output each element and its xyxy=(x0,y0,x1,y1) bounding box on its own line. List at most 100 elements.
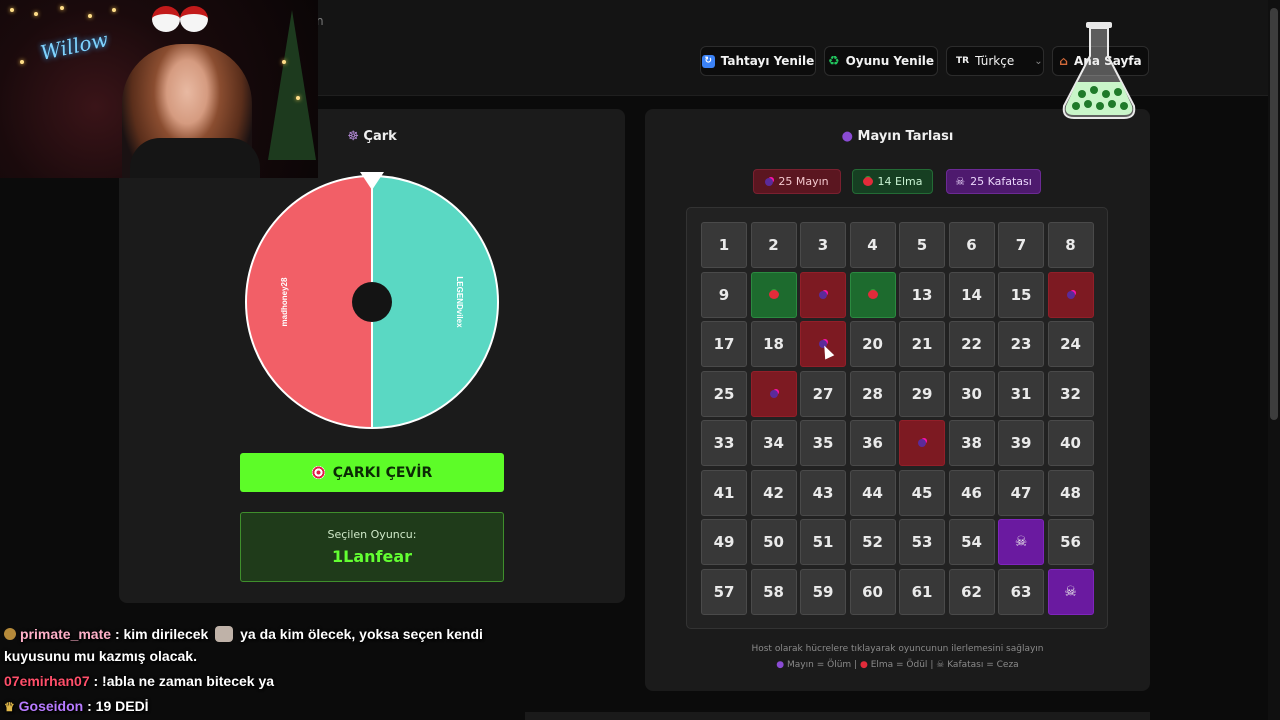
reset-game-button[interactable]: ♻ Oyunu Yenile xyxy=(824,46,938,76)
minefield-board: 1 2 3 4 5 6 7 8 9 13 14 15 17 18 20 21 22 23 24 25 27 28 29 30 3… xyxy=(686,207,1108,629)
minefield-cell[interactable]: 30 xyxy=(948,370,995,417)
minefield-cell-skull[interactable]: ☠ xyxy=(1047,568,1094,615)
minefield-cell[interactable]: 54 xyxy=(948,519,995,565)
legend-separator: | xyxy=(854,660,858,670)
santa-headband-left xyxy=(152,6,180,32)
minefield-cell[interactable]: 52 xyxy=(849,519,896,565)
minefield-cell[interactable]: 23 xyxy=(998,321,1044,367)
minefield-cell[interactable]: 35 xyxy=(800,420,846,466)
minefield-cell[interactable]: 14 xyxy=(948,271,995,318)
minefield-cell[interactable]: 32 xyxy=(1047,370,1094,417)
minefield-cell[interactable]: 3 xyxy=(800,222,846,268)
flask-overlay-icon xyxy=(1062,22,1136,119)
chat-user: primate_mate xyxy=(20,626,112,642)
minefield-cell[interactable]: 13 xyxy=(899,271,945,318)
spin-wheel-label: ÇARKI ÇEVİR xyxy=(332,464,433,481)
refresh-board-button[interactable]: ↻ Tahtayı Yenile xyxy=(700,46,816,76)
wheel-hub xyxy=(352,282,392,322)
minefield-cell-mine[interactable] xyxy=(800,321,846,367)
minefield-cell[interactable]: 18 xyxy=(750,321,797,367)
apple-icon xyxy=(768,290,779,299)
minefield-cell[interactable]: 56 xyxy=(1047,519,1094,565)
recycle-icon: ♻ xyxy=(827,53,840,69)
minefield-cell[interactable]: 5 xyxy=(899,222,945,268)
spin-wheel-button[interactable]: ÇARKI ÇEVİR xyxy=(240,453,504,492)
minefield-cell[interactable]: 4 xyxy=(849,222,896,268)
mines-count-badge: 25 Mayın xyxy=(753,169,841,194)
minefield-cell[interactable]: 21 xyxy=(899,321,945,367)
minefield-cell[interactable]: 1 xyxy=(701,222,747,268)
chat-badge-icon xyxy=(4,628,16,640)
chat-overlay: primate_mate : kim dirilecek ya da kim ö… xyxy=(4,623,524,718)
minefield-grid: 1 2 3 4 5 6 7 8 9 13 14 15 17 18 20 21 22 23 24 25 27 28 29 30 3… xyxy=(701,222,1094,615)
minefield-cell[interactable]: 2 xyxy=(750,222,797,268)
legend-apple: Elma = Ödül xyxy=(870,660,928,670)
bomb-icon: ● xyxy=(776,660,785,670)
minefield-cell[interactable]: 48 xyxy=(1047,469,1094,516)
minefield-cell[interactable]: 59 xyxy=(800,568,846,615)
language-flag: TR xyxy=(956,56,970,66)
minefield-cell[interactable]: 42 xyxy=(750,469,797,516)
minefield-cell[interactable]: 38 xyxy=(948,420,995,466)
minefield-cell-skull[interactable]: ☠ xyxy=(998,519,1044,565)
minefield-cell[interactable]: 39 xyxy=(998,420,1044,466)
skulls-count-text: 25 Kafatası xyxy=(970,175,1032,188)
minefield-cell[interactable]: 22 xyxy=(948,321,995,367)
minefield-cell[interactable]: 40 xyxy=(1047,420,1094,466)
bottom-panel-edge xyxy=(525,712,1150,720)
minefield-cell[interactable]: 46 xyxy=(948,469,995,516)
minefield-cell[interactable]: 62 xyxy=(948,568,995,615)
minefield-cell-apple[interactable] xyxy=(849,271,896,318)
minefield-cell-mine[interactable] xyxy=(750,370,797,417)
minefield-cell[interactable]: 61 xyxy=(899,568,945,615)
minefield-cell[interactable]: 36 xyxy=(849,420,896,466)
minefield-cell[interactable]: 9 xyxy=(701,271,747,318)
webcam-overlay: Willow xyxy=(0,0,318,178)
minefield-cell[interactable]: 29 xyxy=(899,370,945,417)
language-select[interactable]: TR Türkçe ⌄ xyxy=(946,46,1044,76)
minefield-cell[interactable]: 60 xyxy=(849,568,896,615)
minefield-cell[interactable]: 43 xyxy=(800,469,846,516)
minefield-cell[interactable]: 7 xyxy=(998,222,1044,268)
minefield-cell[interactable]: 51 xyxy=(800,519,846,565)
apple-icon: ● xyxy=(859,660,868,670)
skull-icon: ☠ xyxy=(1014,534,1028,550)
minefield-cell-apple[interactable] xyxy=(750,271,797,318)
minefield-cell[interactable]: 45 xyxy=(899,469,945,516)
wheel-icon: ☸ xyxy=(347,129,359,144)
minefield-cell[interactable]: 20 xyxy=(849,321,896,367)
minefield-cell[interactable]: 63 xyxy=(998,568,1044,615)
minefield-cell[interactable]: 53 xyxy=(899,519,945,565)
scrollbar-thumb[interactable] xyxy=(1270,8,1278,420)
minefield-cell[interactable]: 49 xyxy=(701,519,747,565)
minefield-cell[interactable]: 31 xyxy=(998,370,1044,417)
minefield-cell[interactable]: 8 xyxy=(1047,222,1094,268)
minefield-cell[interactable]: 57 xyxy=(701,568,747,615)
chat-text: : !abla ne zaman bitecek ya xyxy=(93,673,275,689)
minefield-cell[interactable]: 15 xyxy=(998,271,1044,318)
minefield-cell[interactable]: 33 xyxy=(701,420,747,466)
minefield-cell[interactable]: 25 xyxy=(701,370,747,417)
bomb-icon xyxy=(765,177,774,186)
minefield-cell[interactable]: 47 xyxy=(998,469,1044,516)
minefield-cell-mine[interactable] xyxy=(899,420,945,466)
minefield-cell-mine[interactable] xyxy=(1047,271,1094,318)
language-label: Türkçe xyxy=(975,54,1015,68)
page-scrollbar[interactable] xyxy=(1268,0,1280,720)
santa-headband-right xyxy=(180,6,208,32)
bomb-icon xyxy=(769,389,778,398)
neon-sign: Willow xyxy=(38,27,111,65)
minefield-cell[interactable]: 34 xyxy=(750,420,797,466)
minefield-cell[interactable]: 6 xyxy=(948,222,995,268)
minefield-cell-mine[interactable] xyxy=(800,271,846,318)
spin-wheel[interactable]: madhoney28 LEGENDvilex xyxy=(240,166,504,434)
minefield-cell[interactable]: 27 xyxy=(800,370,846,417)
minefield-cell[interactable]: 24 xyxy=(1047,321,1094,367)
minefield-cell[interactable]: 44 xyxy=(849,469,896,516)
minefield-cell[interactable]: 50 xyxy=(750,519,797,565)
minefield-cell[interactable]: 28 xyxy=(849,370,896,417)
minefield-cell[interactable]: 58 xyxy=(750,568,797,615)
minefield-cell[interactable]: 41 xyxy=(701,469,747,516)
wheel-title-text: Çark xyxy=(363,129,397,144)
minefield-cell[interactable]: 17 xyxy=(701,321,747,367)
